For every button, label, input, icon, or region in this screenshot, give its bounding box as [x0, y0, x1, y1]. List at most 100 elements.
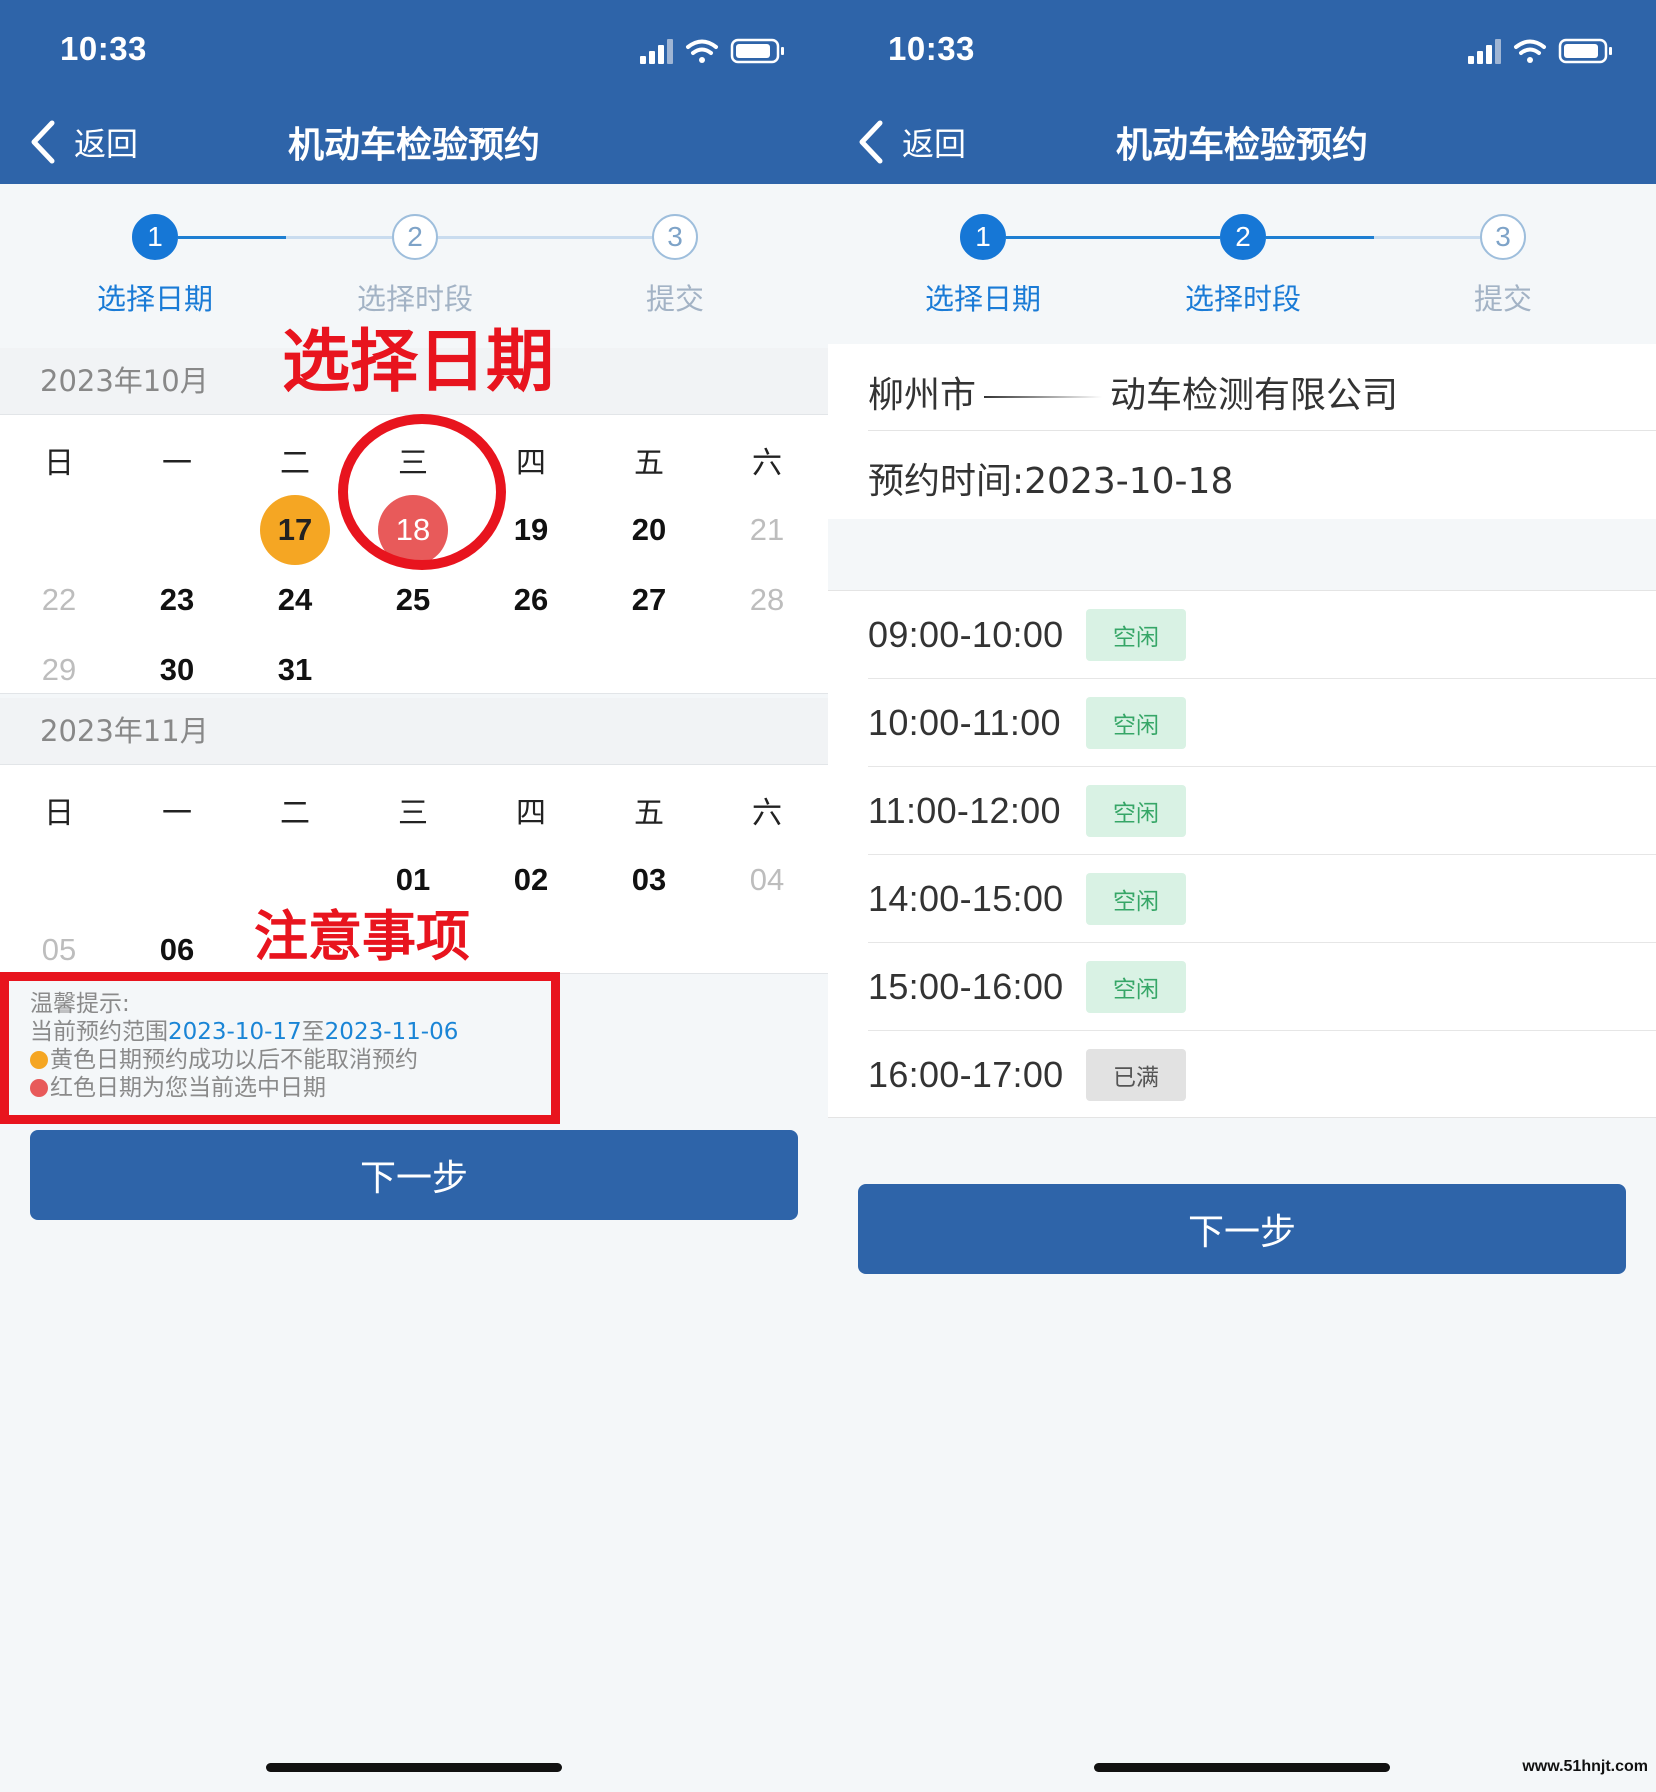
battery-icon — [1558, 38, 1612, 64]
weekday-fri: 五 — [634, 446, 664, 481]
annotation-notes: 注意事项 — [254, 905, 470, 968]
signal-icon — [640, 39, 673, 64]
home-indicator — [1094, 1763, 1390, 1772]
time-slot-row[interactable]: 14:00-15:00 空闲 — [868, 855, 1656, 943]
date-cell[interactable]: 31 — [236, 635, 354, 705]
status-badge: 已满 — [1086, 1049, 1186, 1101]
date-cell[interactable]: 25 — [354, 565, 472, 635]
weekday-mon: 一 — [162, 446, 192, 481]
tips-heading: 温馨提示: — [30, 991, 130, 1017]
step-line-active — [178, 236, 286, 239]
redacted-text — [984, 396, 1103, 398]
date-label: 17 — [260, 495, 330, 565]
tips-red-note-row: 红色日期为您当前选中日期 — [30, 1074, 550, 1102]
date-cell-disabled: 29 — [41, 652, 77, 687]
step-line — [438, 236, 652, 239]
step-line-active — [1266, 236, 1374, 239]
slot-time: 09:00-10:00 — [868, 613, 1064, 655]
step-2-circle: 2 — [392, 214, 438, 260]
time-slot-list: 09:00-10:00 空闲 10:00-11:00 空闲 11:00-12:0… — [828, 590, 1656, 1118]
next-button[interactable]: 下一步 — [30, 1130, 798, 1220]
month-header-november: 2023年11月 — [0, 698, 828, 764]
top-bar: 10:33 返回 机动车检验预约 — [0, 0, 828, 184]
calendar-screen: 10:33 返回 机动车检验预约 1 2 3 选择日期 选择时段 提交 2023… — [0, 0, 828, 1792]
tips-range: 当前预约范围2023-10-17至2023-11-06 — [30, 1018, 550, 1046]
booking-time-value: 2023-10-18 — [1024, 461, 1234, 502]
time-slot-row[interactable]: 09:00-10:00 空闲 — [868, 591, 1656, 679]
time-slot-row: 16:00-17:00 已满 — [868, 1031, 1656, 1119]
time-slot-row[interactable]: 10:00-11:00 空闲 — [868, 679, 1656, 767]
step-indicator: 1 2 3 选择日期 选择时段 提交 — [828, 184, 1656, 344]
weekday-sun: 日 — [44, 796, 74, 831]
home-indicator — [266, 1763, 562, 1772]
booking-time-label: 预约时间: — [868, 461, 1025, 502]
status-badge: 空闲 — [1086, 872, 1186, 925]
time-slot-row[interactable]: 11:00-12:00 空闲 — [868, 767, 1656, 855]
status-time: 10:33 — [888, 30, 975, 67]
time-slot-screen: 10:33 返回 机动车检验预约 1 2 3 选择日期 选择时段 提交 柳州市 … — [828, 0, 1656, 1792]
status-badge: 空闲 — [1086, 784, 1186, 837]
date-cell[interactable]: 03 — [590, 845, 708, 915]
weekday-fri: 五 — [634, 796, 664, 831]
tips-range-start: 2023-10-17 — [168, 1019, 302, 1045]
step-line-active — [1006, 236, 1220, 239]
date-cell-disabled: 04 — [749, 862, 785, 897]
top-bar: 10:33 返回 机动车检验预约 — [828, 0, 1656, 184]
slot-time: 16:00-17:00 — [868, 1054, 1064, 1095]
slot-time: 10:00-11:00 — [868, 701, 1061, 743]
page-title: 机动车检验预约 — [287, 125, 540, 166]
annotation-select-date: 选择日期 — [282, 323, 555, 402]
booking-info-card: 柳州市 动车检测有限公司 预约时间:2023-10-18 — [828, 344, 1656, 519]
weekday-thu: 四 — [516, 796, 546, 831]
step-line — [286, 236, 392, 239]
date-cell-disabled: 22 — [41, 582, 77, 617]
wifi-icon — [686, 39, 718, 63]
weekday-sat: 六 — [752, 796, 782, 831]
slot-time: 14:00-15:00 — [868, 877, 1064, 919]
tips-range-prefix: 当前预约范围 — [30, 1019, 168, 1045]
weekday-sat: 六 — [752, 446, 782, 481]
next-button[interactable]: 下一步 — [858, 1184, 1626, 1274]
date-cell[interactable]: 26 — [472, 565, 590, 635]
status-badge: 空闲 — [1086, 696, 1186, 749]
step-line — [1374, 236, 1480, 239]
signal-icon — [1468, 39, 1501, 64]
step-2-circle: 2 — [1220, 214, 1266, 260]
date-cell[interactable]: 24 — [236, 565, 354, 635]
weekday-tue: 二 — [280, 446, 310, 481]
wifi-icon — [1514, 39, 1546, 63]
date-cell-yellow[interactable]: 17 — [236, 495, 354, 565]
tips-panel: 温馨提示: 当前预约范围2023-10-17至2023-11-06 黄色日期预约… — [30, 990, 550, 1102]
red-dot-icon — [30, 1079, 48, 1097]
annotation-circle — [338, 414, 506, 570]
date-cell[interactable]: 02 — [472, 845, 590, 915]
date-cell[interactable]: 27 — [590, 565, 708, 635]
slot-time: 15:00-16:00 — [868, 965, 1064, 1007]
tips-range-mid: 至 — [301, 1019, 325, 1045]
status-badge: 空闲 — [1086, 608, 1186, 661]
tips-yellow-note-row: 黄色日期预约成功以后不能取消预约 — [30, 1046, 550, 1074]
step-3-label: 提交 — [1473, 282, 1532, 316]
date-cell[interactable]: 30 — [118, 635, 236, 705]
weekday-wed: 三 — [398, 796, 428, 831]
step-1-label: 选择日期 — [96, 282, 213, 316]
company-suffix: 动车检测有限公司 — [1110, 375, 1399, 416]
status-badge: 空闲 — [1086, 960, 1186, 1013]
step-3-label: 提交 — [645, 282, 704, 316]
step-1-circle: 1 — [132, 214, 178, 260]
tips-yellow-note: 黄色日期预约成功以后不能取消预约 — [50, 1047, 418, 1073]
watermark: www.51hnjt.com — [1522, 1758, 1648, 1775]
company-name: 柳州市 动车检测有限公司 — [868, 366, 1398, 418]
booking-time: 预约时间:2023-10-18 — [868, 452, 1233, 504]
divider — [868, 430, 1656, 431]
time-slot-row[interactable]: 15:00-16:00 空闲 — [868, 943, 1656, 1031]
status-time: 10:33 — [60, 30, 147, 67]
date-cell[interactable]: 23 — [118, 565, 236, 635]
slot-time: 11:00-12:00 — [868, 789, 1061, 831]
weekday-tue: 二 — [280, 796, 310, 831]
step-3-circle: 3 — [1480, 214, 1526, 260]
status-icons — [1468, 36, 1618, 66]
weekday-mon: 一 — [162, 796, 192, 831]
date-cell[interactable]: 20 — [590, 495, 708, 565]
step-3-circle: 3 — [652, 214, 698, 260]
